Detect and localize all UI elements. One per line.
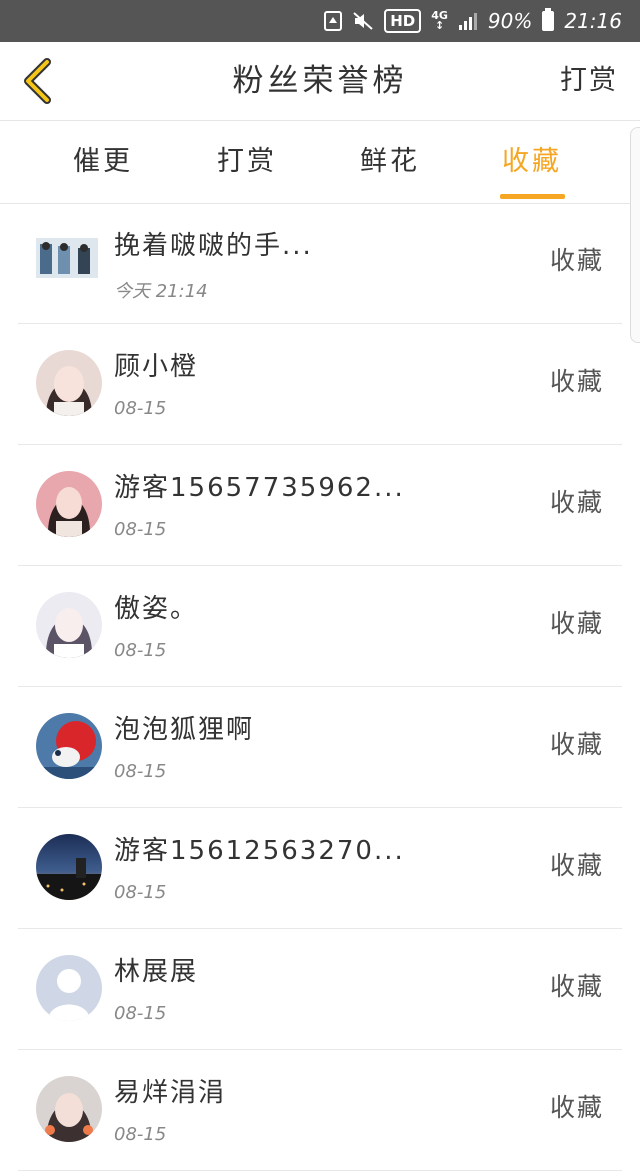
list-item[interactable]: 泡泡狐狸啊 08-15 收藏 [18, 687, 622, 808]
tip-button[interactable]: 打赏 [560, 42, 618, 120]
user-name: 傲姿。 [114, 594, 199, 624]
list-item[interactable]: 林展展 08-15 收藏 [18, 929, 622, 1050]
back-button[interactable] [10, 54, 64, 108]
avatar [36, 350, 102, 416]
user-name: 林展展 [114, 957, 199, 987]
avatar [36, 1076, 102, 1142]
tab-flowers[interactable]: 鲜花 [335, 121, 445, 203]
network-type: 4G ↕ [431, 9, 448, 32]
hd-badge: HD [384, 9, 422, 33]
action-label: 收藏 [549, 972, 604, 1001]
avatar [36, 471, 102, 537]
avatar [36, 592, 102, 658]
action-label: 收藏 [549, 246, 604, 275]
avatar [36, 713, 102, 779]
action-label: 收藏 [549, 851, 604, 880]
date: 今天 21:14 [114, 281, 208, 302]
date: 08-15 [114, 519, 167, 540]
navigation-bar: 粉丝荣誉榜 打赏 [0, 42, 640, 121]
list-item[interactable]: 易烊涓涓 08-15 收藏 [18, 1050, 622, 1171]
date: 08-15 [114, 1003, 167, 1024]
user-name: 泡泡狐狸啊 [114, 715, 255, 745]
user-name: 游客15657735962... [114, 473, 405, 503]
active-tab-indicator [500, 194, 565, 199]
action-label: 收藏 [549, 730, 604, 759]
user-name: 挽着啵啵的手... [114, 231, 313, 261]
date: 08-15 [114, 640, 167, 661]
tab-bar: 催更 打赏 鲜花 收藏 [0, 121, 640, 204]
clock: 21:16 [564, 9, 622, 33]
avatar [36, 238, 98, 278]
battery-icon [542, 8, 555, 31]
signal-icon [458, 11, 478, 31]
action-label: 收藏 [549, 1093, 604, 1122]
avatar [36, 955, 102, 1021]
recycle-notification-icon [324, 11, 343, 31]
action-label: 收藏 [549, 609, 604, 638]
date: 08-15 [114, 1124, 167, 1145]
user-name: 易烊涓涓 [114, 1078, 227, 1108]
list-item[interactable]: 顾小橙 08-15 收藏 [18, 324, 622, 445]
date: 08-15 [114, 761, 167, 782]
chevron-left-icon [24, 58, 51, 104]
date: 08-15 [114, 398, 167, 419]
user-name: 顾小橙 [114, 352, 199, 382]
action-label: 收藏 [549, 488, 604, 517]
fan-list: 挽着啵啵的手... 今天 21:14 收藏 顾小橙 08-15 收藏 游客156… [0, 203, 640, 1171]
list-item[interactable]: 游客15612563270... 08-15 收藏 [18, 808, 622, 929]
avatar [36, 834, 102, 900]
date: 08-15 [114, 882, 167, 903]
tab-favorites[interactable]: 收藏 [477, 121, 587, 203]
user-name: 游客15612563270... [114, 836, 405, 866]
status-bar: HD 4G ↕ 90% 21:16 [0, 0, 640, 42]
page-title: 粉丝荣誉榜 [232, 63, 408, 99]
tab-urge[interactable]: 催更 [48, 121, 158, 203]
action-label: 收藏 [549, 367, 604, 396]
battery-percent: 90% [487, 9, 533, 33]
mute-icon [352, 11, 374, 31]
list-item[interactable]: 傲姿。 08-15 收藏 [18, 566, 622, 687]
tab-tip[interactable]: 打赏 [192, 121, 302, 203]
list-item[interactable]: 游客15657735962... 08-15 收藏 [18, 445, 622, 566]
list-item[interactable]: 挽着啵啵的手... 今天 21:14 收藏 [18, 203, 622, 324]
